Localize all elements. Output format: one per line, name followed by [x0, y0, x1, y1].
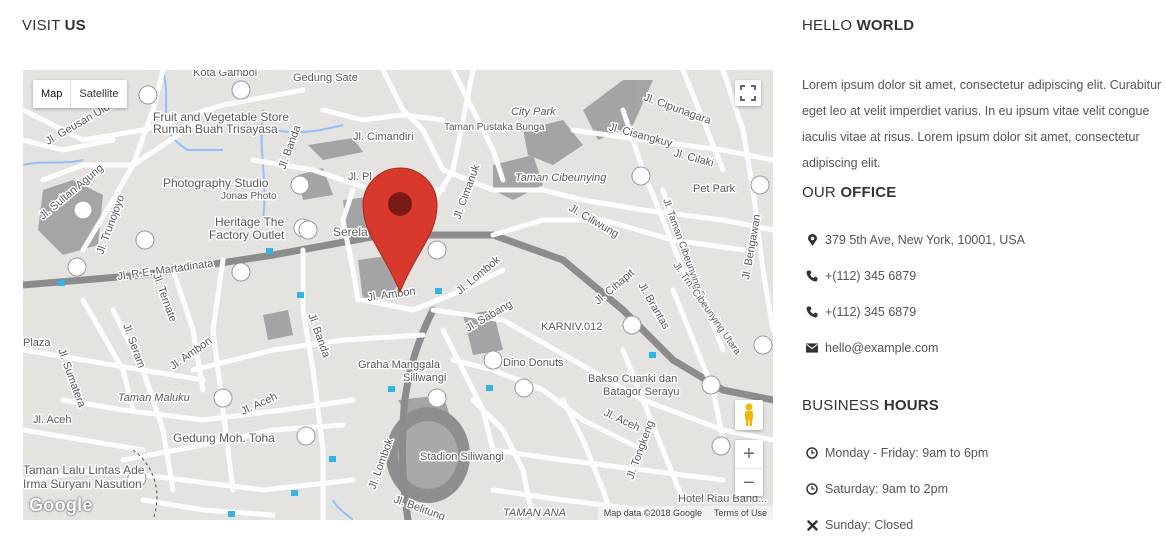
- terms-of-use-link[interactable]: Terms of Use: [714, 508, 767, 518]
- map-label: Rumah Buah Trisayasa: [153, 122, 278, 136]
- zoom-controls: + −: [735, 440, 763, 496]
- map-embed[interactable]: Kota Gamboi Gedung Sate Jl. Cipunagara J…: [23, 70, 773, 520]
- map-label: Taman Cibeunying: [515, 172, 607, 184]
- phone-text[interactable]: +(112) 345 6879: [825, 305, 916, 319]
- zoom-in-button[interactable]: +: [735, 440, 763, 469]
- address-row: 379 5th Ave, New York, 10001, USA: [806, 233, 1025, 247]
- zoom-out-button[interactable]: −: [735, 469, 763, 497]
- map-label: Pet Park: [693, 183, 736, 195]
- map-label: Kota Gamboi: [193, 70, 257, 79]
- close-icon: [806, 519, 818, 531]
- fullscreen-icon: [740, 85, 756, 101]
- hours-row-weekdays: Monday - Friday: 9am to 6pm: [806, 446, 988, 460]
- email-text[interactable]: hello@example.com: [825, 341, 938, 355]
- map-label: Stadion Siliwangi: [420, 451, 504, 463]
- hello-world-heading: HELLO WORLD: [802, 17, 915, 34]
- map-label: Batagor Serayu: [603, 386, 679, 398]
- map-label: Bakso Cuanki dan: [588, 373, 677, 385]
- google-logo: Google: [29, 495, 93, 515]
- map-type-map-button[interactable]: Map: [33, 80, 72, 108]
- map-label: Jl. Cimandiri: [353, 131, 414, 143]
- street-view-button[interactable]: [735, 400, 763, 430]
- map-marker-icon: [806, 234, 818, 246]
- phone-text[interactable]: +(112) 345 6879: [825, 269, 916, 283]
- hours-row-sunday: Sunday: Closed: [806, 518, 913, 532]
- map-label: Irma Suryani Nasution: [23, 477, 142, 491]
- map-label: TAMAN ANA: [503, 507, 566, 519]
- map-label: Taman Lalu Lintas Ade: [23, 463, 145, 477]
- map-label: Plaza: [23, 337, 51, 349]
- hours-text: Saturday: 9am to 2pm: [825, 482, 948, 496]
- clock-icon: [806, 447, 818, 459]
- map-label: Dino Donuts: [503, 357, 564, 369]
- phone-row-1: +(112) 345 6879: [806, 269, 916, 283]
- map-label: Factory Outlet: [209, 228, 285, 242]
- map-label: Taman Maluku: [118, 392, 190, 404]
- address-text: 379 5th Ave, New York, 10001, USA: [825, 233, 1025, 247]
- fullscreen-button[interactable]: [735, 80, 761, 106]
- envelope-icon: [806, 343, 818, 353]
- our-office-heading: OUR OFFICE: [802, 184, 897, 201]
- phone-icon: [806, 306, 818, 318]
- map-label: Taman Pustaka Bunga: [444, 122, 545, 133]
- map-label: Gedung Sate: [293, 72, 358, 84]
- clock-icon: [806, 483, 818, 495]
- email-row: hello@example.com: [806, 341, 938, 355]
- hours-row-saturday: Saturday: 9am to 2pm: [806, 482, 948, 496]
- map-label: Jonas Photo: [221, 191, 277, 202]
- phone-icon: [806, 270, 818, 282]
- map-type-satellite-button[interactable]: Satellite: [71, 80, 126, 108]
- map-label: Graha Manggala: [358, 359, 441, 371]
- visit-us-heading: VISIT US: [22, 17, 86, 34]
- hours-text: Sunday: Closed: [825, 518, 914, 532]
- map-label: KARNIV.012: [541, 321, 602, 333]
- map-label: Jl. Aceh: [33, 414, 72, 426]
- phone-row-2: +(112) 345 6879: [806, 305, 916, 319]
- map-label: Siliwangi: [403, 372, 446, 384]
- hours-text: Monday - Friday: 9am to 6pm: [825, 446, 989, 460]
- map-canvas[interactable]: Kota Gamboi Gedung Sate Jl. Cipunagara J…: [23, 70, 773, 520]
- map-label: Gedung Moh. Toha: [173, 431, 275, 445]
- map-attribution: Map data ©2018 Google: [603, 508, 702, 518]
- map-label: Photography Studio: [163, 176, 269, 190]
- map-label: Heritage The: [215, 215, 284, 229]
- pegman-icon: [745, 403, 753, 426]
- map-label: City Park: [511, 106, 556, 118]
- map-attribution-bar: Map data ©2018 Google Terms of Use: [597, 506, 773, 520]
- intro-paragraph: Lorem ipsum dolor sit amet, consectetur …: [802, 78, 1162, 170]
- map-type-toggle: Map Satellite: [33, 80, 127, 108]
- business-hours-heading: BUSINESS HOURS: [802, 397, 940, 414]
